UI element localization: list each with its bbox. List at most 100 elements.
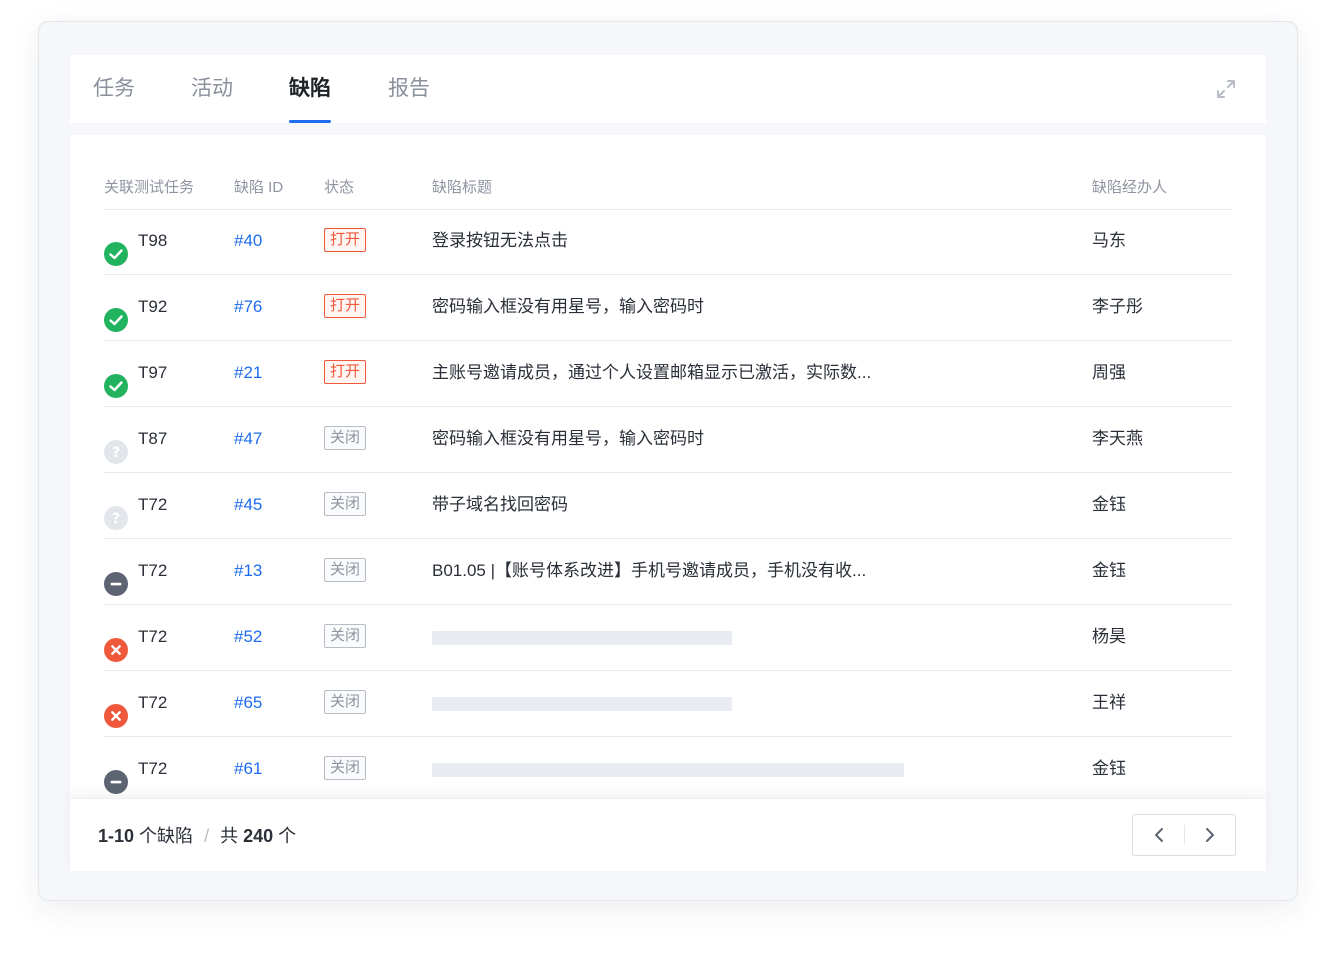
status-cell bbox=[104, 209, 128, 274]
tab-tasks[interactable]: 任务 bbox=[93, 55, 135, 123]
range-text: 1-10 bbox=[98, 826, 135, 846]
chevron-right-icon bbox=[1206, 828, 1214, 842]
defect-id-link[interactable]: #13 bbox=[234, 539, 262, 604]
title-loading-placeholder bbox=[432, 763, 904, 777]
separator: / bbox=[204, 826, 210, 846]
tab-activity[interactable]: 活动 bbox=[191, 55, 233, 123]
defect-title[interactable]: 密码输入框没有用星号，输入密码时 bbox=[432, 407, 704, 472]
status-cell bbox=[104, 737, 128, 802]
state-cell: 关闭 bbox=[324, 605, 367, 670]
chevron-left-icon bbox=[1155, 828, 1163, 842]
status-badge: 关闭 bbox=[324, 623, 367, 648]
svg-text:?: ? bbox=[112, 445, 120, 461]
defect-owner: 周强 bbox=[1092, 363, 1126, 382]
status-cell bbox=[104, 539, 128, 604]
unit-text: 个缺陷 bbox=[139, 826, 194, 846]
status-cell bbox=[104, 341, 128, 406]
table-row[interactable]: T72 #61 关闭 金钰 bbox=[104, 737, 1232, 803]
status-badge: 关闭 bbox=[324, 425, 367, 450]
tab-bar: 任务 活动 缺陷 报告 bbox=[70, 55, 1266, 123]
pager bbox=[1132, 814, 1236, 856]
minus-circle-icon bbox=[104, 559, 128, 596]
defect-title[interactable]: B01.05 |【账号体系改进】手机号邀请成员，手机没有收... bbox=[432, 539, 866, 604]
task-id: T72 bbox=[138, 693, 168, 712]
status-badge: 关闭 bbox=[324, 557, 367, 582]
status-badge: 打开 bbox=[324, 359, 367, 384]
state-cell: 关闭 bbox=[324, 671, 367, 736]
status-cell: ? bbox=[104, 407, 128, 472]
status-cell bbox=[104, 671, 128, 736]
state-cell: 打开 bbox=[324, 209, 367, 274]
task-id: T87 bbox=[138, 429, 168, 448]
header-task: 关联测试任务 bbox=[104, 179, 195, 196]
status-cell bbox=[104, 275, 128, 340]
minus-circle-icon bbox=[104, 757, 128, 794]
total-unit: 个 bbox=[278, 826, 297, 846]
defect-owner: 金钰 bbox=[1092, 561, 1126, 580]
total-count: 240 bbox=[243, 826, 274, 846]
pagination-info: 1-10 个缺陷 / 共 240 个 bbox=[98, 799, 296, 873]
defects-table-panel: 关联测试任务 缺陷 ID 状态 缺陷标题 缺陷经办人 T98 #40 打开 登录按钮无… bbox=[70, 135, 1266, 870]
defect-owner: 金钰 bbox=[1092, 495, 1126, 514]
table-row[interactable]: ? T87 #47 关闭 密码输入框没有用星号，输入密码时 李天燕 bbox=[104, 407, 1232, 473]
tab-reports[interactable]: 报告 bbox=[388, 55, 430, 123]
question-circle-icon: ? bbox=[104, 493, 128, 530]
status-badge: 关闭 bbox=[324, 755, 367, 780]
title-loading-placeholder bbox=[432, 697, 732, 711]
defect-owner: 杨昊 bbox=[1092, 627, 1126, 646]
status-badge: 关闭 bbox=[324, 689, 367, 714]
tab-defects[interactable]: 缺陷 bbox=[289, 55, 331, 123]
total-prefix: 共 bbox=[220, 826, 239, 846]
task-id: T72 bbox=[138, 627, 168, 646]
table-row[interactable]: ? T72 #45 关闭 带子域名找回密码 金钰 bbox=[104, 473, 1232, 539]
status-cell: ? bbox=[104, 473, 128, 538]
header-id: 缺陷 ID bbox=[234, 179, 284, 196]
defect-id-link[interactable]: #76 bbox=[234, 275, 262, 340]
header-title: 缺陷标题 bbox=[432, 179, 493, 196]
status-badge: 关闭 bbox=[324, 491, 367, 516]
header-state: 状态 bbox=[324, 179, 355, 196]
task-id: T72 bbox=[138, 495, 168, 514]
state-cell: 打开 bbox=[324, 341, 367, 406]
table-row[interactable]: T72 #65 关闭 王祥 bbox=[104, 671, 1232, 737]
defect-title[interactable]: 登录按钮无法点击 bbox=[432, 209, 568, 274]
table-row[interactable]: T97 #21 打开 主账号邀请成员，通过个人设置邮箱显示已激活，实际数... 周强 bbox=[104, 341, 1232, 407]
prev-page-button[interactable] bbox=[1133, 815, 1184, 855]
defect-owner: 王祥 bbox=[1092, 693, 1126, 712]
x-circle-icon bbox=[104, 625, 128, 662]
svg-text:?: ? bbox=[112, 511, 120, 527]
defect-id-link[interactable]: #52 bbox=[234, 605, 262, 670]
defect-id-link[interactable]: #47 bbox=[234, 407, 262, 472]
header-owner: 缺陷经办人 bbox=[1092, 179, 1168, 196]
defect-title[interactable]: 主账号邀请成员，通过个人设置邮箱显示已激活，实际数... bbox=[432, 341, 871, 406]
table-footer: 1-10 个缺陷 / 共 240 个 bbox=[70, 798, 1266, 871]
defect-owner: 金钰 bbox=[1092, 759, 1126, 778]
defect-title[interactable]: 密码输入框没有用星号，输入密码时 bbox=[432, 275, 704, 340]
state-cell: 关闭 bbox=[324, 539, 367, 604]
defect-id-link[interactable]: #65 bbox=[234, 671, 262, 736]
table-row[interactable]: T72 #52 关闭 杨昊 bbox=[104, 605, 1232, 671]
defect-owner: 李天燕 bbox=[1092, 429, 1143, 448]
defect-title[interactable]: 带子域名找回密码 bbox=[432, 473, 568, 538]
defect-id-link[interactable]: #45 bbox=[234, 473, 262, 538]
task-id: T92 bbox=[138, 297, 168, 316]
task-id: T97 bbox=[138, 363, 168, 382]
next-page-button[interactable] bbox=[1184, 815, 1235, 855]
state-cell: 关闭 bbox=[324, 407, 367, 472]
expand-icon[interactable] bbox=[1216, 79, 1236, 99]
table-row[interactable]: T98 #40 打开 登录按钮无法点击 马东 bbox=[104, 209, 1232, 275]
defect-id-link[interactable]: #40 bbox=[234, 209, 262, 274]
defect-owner: 马东 bbox=[1092, 231, 1126, 250]
check-circle-icon bbox=[104, 229, 128, 266]
task-id: T98 bbox=[138, 231, 168, 250]
defect-id-link[interactable]: #61 bbox=[234, 737, 262, 802]
status-cell bbox=[104, 605, 128, 670]
task-id: T72 bbox=[138, 561, 168, 580]
defect-id-link[interactable]: #21 bbox=[234, 341, 262, 406]
table-header: 关联测试任务 缺陷 ID 状态 缺陷标题 缺陷经办人 bbox=[104, 173, 1232, 210]
state-cell: 关闭 bbox=[324, 737, 367, 802]
task-id: T72 bbox=[138, 759, 168, 778]
defect-owner: 李子彤 bbox=[1092, 297, 1143, 316]
table-row[interactable]: T72 #13 关闭 B01.05 |【账号体系改进】手机号邀请成员，手机没有收...… bbox=[104, 539, 1232, 605]
table-row[interactable]: T92 #76 打开 密码输入框没有用星号，输入密码时 李子彤 bbox=[104, 275, 1232, 341]
